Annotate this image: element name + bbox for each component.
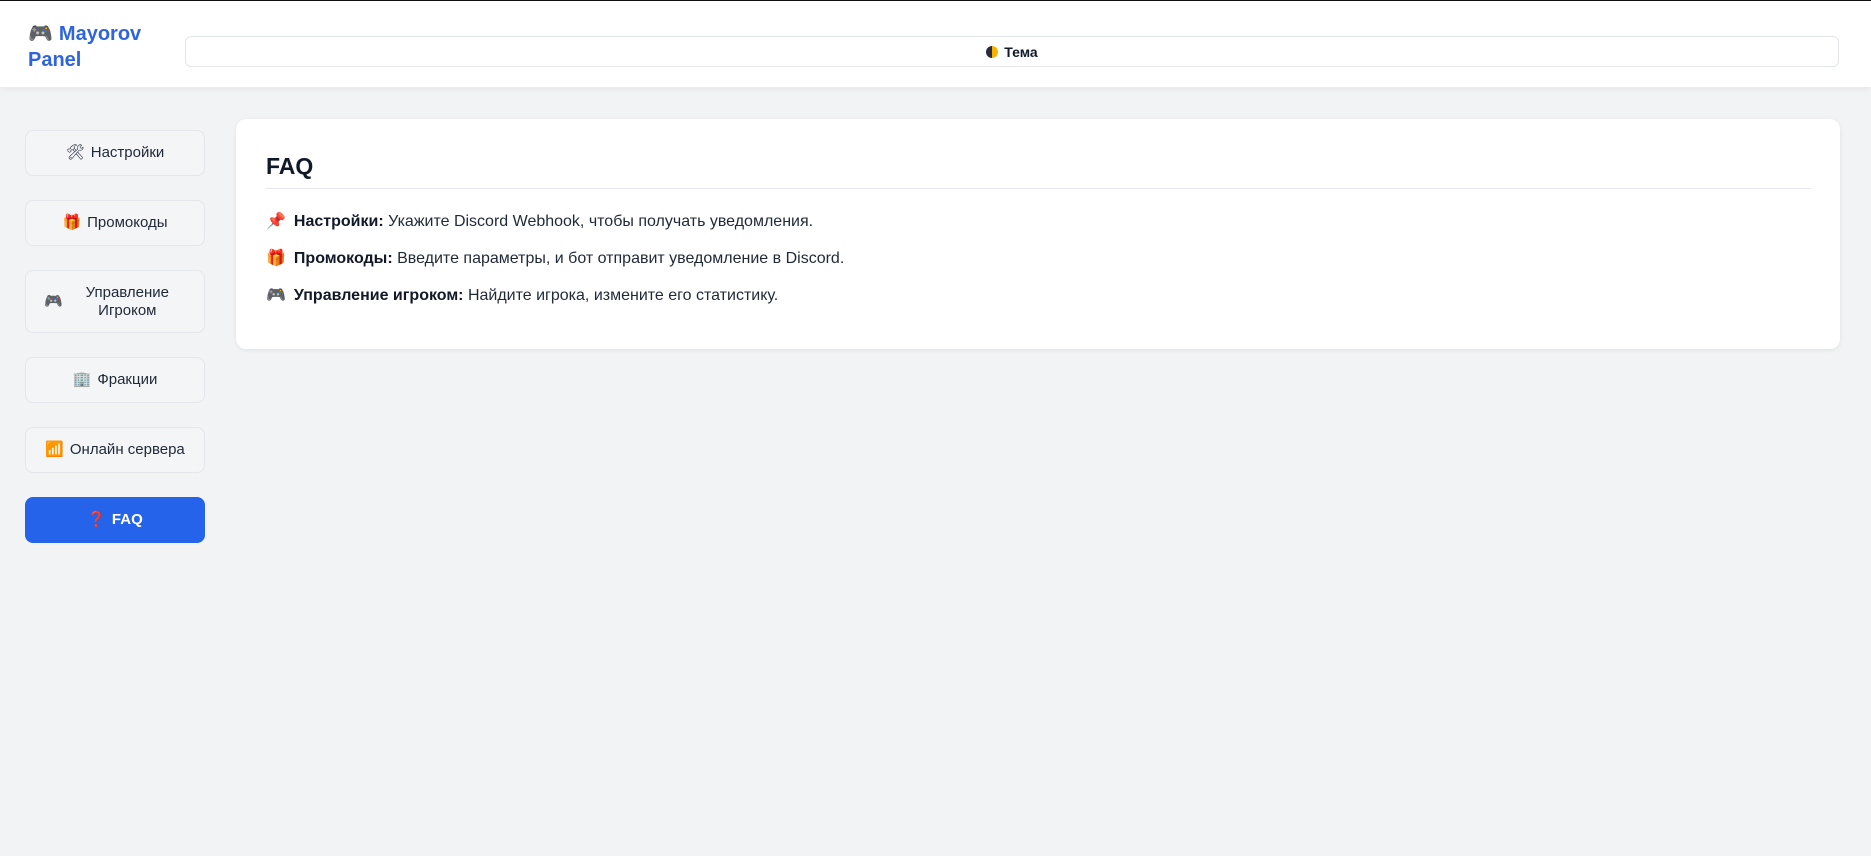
sidebar-item-factions[interactable]: 🏢 Фракции bbox=[25, 357, 205, 403]
faq-text: Найдите игрока, измените его статистику. bbox=[463, 287, 779, 304]
faq-text: Введите параметры, и бот отправит уведом… bbox=[392, 250, 845, 267]
faq-item-promocodes: 🎁 Промокоды: Введите параметры, и бот отп… bbox=[266, 248, 844, 268]
faq-text: Укажите Discord Webhook, чтобы получать … bbox=[383, 213, 814, 230]
divider bbox=[266, 188, 1811, 189]
question-mark-icon: ❓ bbox=[87, 511, 106, 528]
sidebar-item-label: Онлайн сервера bbox=[69, 441, 185, 458]
sidebar-item-server-online[interactable]: 📶 Онлайн сервера bbox=[25, 427, 205, 473]
faq-card: FAQ 📌 Настройки: Укажите Discord Webhook,… bbox=[236, 119, 1840, 349]
signal-bars-icon: 📶 bbox=[45, 441, 64, 458]
sidebar-item-label: FAQ bbox=[111, 511, 143, 528]
faq-term: Настройки: bbox=[293, 213, 384, 230]
tools-icon: 🛠 bbox=[65, 144, 85, 161]
theme-label: Тема bbox=[1004, 43, 1038, 60]
gamepad-icon: 🎮 bbox=[28, 23, 53, 45]
sidebar-item-label: Управление Игроком bbox=[85, 283, 170, 319]
theme-toggle-button[interactable]: Тема bbox=[185, 36, 1839, 67]
header: 🎮 Mayorov Panel Тема bbox=[0, 1, 1871, 87]
sidebar-item-promocodes[interactable]: 🎁 Промокоды bbox=[25, 200, 205, 246]
sidebar-item-faq[interactable]: ❓ FAQ bbox=[25, 497, 205, 543]
sidebar-item-player-management[interactable]: 🎮 Управление Игроком bbox=[25, 270, 205, 333]
faq-item-settings: 📌 Настройки: Укажите Discord Webhook, что… bbox=[266, 211, 813, 231]
gamepad-icon: 🎮 bbox=[44, 292, 63, 310]
half-moon-icon bbox=[986, 45, 999, 58]
building-icon: 🏢 bbox=[72, 371, 92, 388]
gamepad-icon: 🎮 bbox=[266, 287, 286, 304]
pushpin-icon: 📌 bbox=[266, 213, 286, 230]
gift-icon: 🎁 bbox=[266, 250, 286, 267]
sidebar-item-settings[interactable]: 🛠 Настройки bbox=[25, 130, 205, 176]
sidebar-item-label: Настройки bbox=[90, 144, 165, 161]
logo[interactable]: 🎮 Mayorov Panel bbox=[28, 21, 168, 73]
sidebar-item-label: Промокоды bbox=[87, 214, 168, 231]
faq-item-player-management: 🎮 Управление игроком: Найдите игрока, изм… bbox=[266, 285, 778, 305]
gift-icon: 🎁 bbox=[62, 214, 82, 231]
sidebar-item-label: Фракции bbox=[97, 371, 158, 388]
faq-term: Промокоды: bbox=[293, 250, 393, 267]
faq-term: Управление игроком: bbox=[293, 287, 464, 304]
page-title: FAQ bbox=[266, 153, 314, 179]
